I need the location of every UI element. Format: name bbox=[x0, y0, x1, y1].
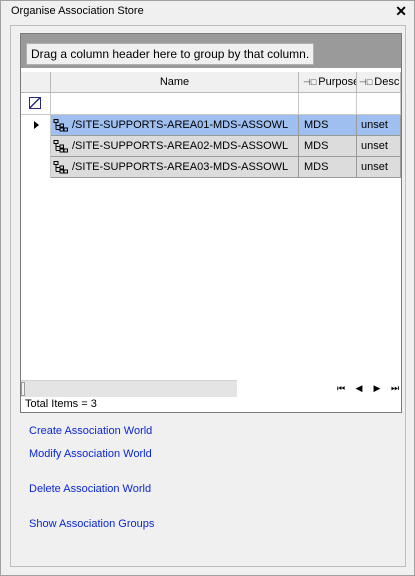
group-by-hint: Drag a column header here to group by th… bbox=[26, 43, 315, 65]
table-row[interactable]: /SITE-SUPPORTS-AREA01-MDS-ASSOWL MDS uns… bbox=[21, 115, 401, 136]
column-header-description[interactable]: ⊣□Descript bbox=[357, 72, 401, 93]
tree-hierarchy-icon bbox=[53, 160, 68, 174]
current-row-arrow-icon bbox=[34, 121, 39, 129]
filter-cell-name[interactable] bbox=[51, 93, 299, 115]
cell-description[interactable]: unset bbox=[357, 136, 401, 157]
panel-title: Organise Association Store bbox=[11, 5, 144, 17]
create-association-world-link[interactable]: Create Association World bbox=[29, 425, 152, 437]
cell-purpose[interactable]: MDS bbox=[299, 115, 357, 136]
filter-row-indicator bbox=[21, 93, 51, 115]
row-indicator bbox=[21, 115, 51, 136]
cell-name[interactable]: /SITE-SUPPORTS-AREA01-MDS-ASSOWL bbox=[51, 115, 299, 136]
cell-name-text: /SITE-SUPPORTS-AREA02-MDS-ASSOWL bbox=[72, 140, 289, 152]
association-grid: Drag a column header here to group by th… bbox=[20, 33, 402, 413]
row-indicator-header bbox=[21, 72, 51, 93]
group-by-panel[interactable]: Drag a column header here to group by th… bbox=[21, 34, 401, 68]
filter-cell-description[interactable] bbox=[357, 93, 401, 115]
pin-icon[interactable]: ⊣□ bbox=[303, 77, 316, 87]
filter-icon[interactable] bbox=[29, 97, 41, 109]
cell-description[interactable]: unset bbox=[357, 157, 401, 178]
column-header-description-label: Descript bbox=[374, 76, 400, 88]
next-record-icon[interactable]: ▶ bbox=[369, 380, 385, 396]
cell-name[interactable]: /SITE-SUPPORTS-AREA02-MDS-ASSOWL bbox=[51, 136, 299, 157]
cell-purpose[interactable]: MDS bbox=[299, 136, 357, 157]
pin-icon[interactable]: ⊣□ bbox=[359, 77, 372, 87]
column-header-purpose[interactable]: ⊣□ Purpose bbox=[299, 72, 357, 93]
table-row[interactable]: /SITE-SUPPORTS-AREA02-MDS-ASSOWL MDS uns… bbox=[21, 136, 401, 157]
previous-record-icon[interactable]: ◀ bbox=[351, 380, 367, 396]
close-icon[interactable]: ✕ bbox=[395, 3, 407, 20]
cell-name-text: /SITE-SUPPORTS-AREA03-MDS-ASSOWL bbox=[72, 161, 289, 173]
table-row[interactable]: /SITE-SUPPORTS-AREA03-MDS-ASSOWL MDS uns… bbox=[21, 157, 401, 178]
column-header-name[interactable]: Name bbox=[51, 72, 299, 93]
title-bar: Organise Association Store ✕ bbox=[1, 1, 414, 23]
row-indicator bbox=[21, 157, 51, 178]
last-record-icon[interactable]: ⏭ bbox=[387, 380, 401, 396]
cell-description[interactable]: unset bbox=[357, 115, 401, 136]
scrollbar-thumb[interactable] bbox=[21, 382, 25, 396]
column-header-purpose-label: Purpose bbox=[318, 76, 357, 88]
show-association-groups-link[interactable]: Show Association Groups bbox=[29, 518, 154, 530]
cell-purpose[interactable]: MDS bbox=[299, 157, 357, 178]
modify-association-world-link[interactable]: Modify Association World bbox=[29, 448, 152, 460]
cell-name-text: /SITE-SUPPORTS-AREA01-MDS-ASSOWL bbox=[72, 119, 289, 131]
delete-association-world-link[interactable]: Delete Association World bbox=[29, 483, 151, 495]
row-indicator bbox=[21, 136, 51, 157]
filter-row bbox=[21, 93, 401, 115]
tree-hierarchy-icon bbox=[53, 118, 68, 132]
tree-hierarchy-icon bbox=[53, 139, 68, 153]
column-header-name-label: Name bbox=[159, 76, 190, 88]
content-area: Drag a column header here to group by th… bbox=[10, 25, 406, 567]
total-items-count: Total Items = 3 bbox=[25, 398, 97, 410]
first-record-icon[interactable]: ⏮ bbox=[333, 380, 349, 396]
organise-association-store-panel: Organise Association Store ✕ Drag a colu… bbox=[0, 0, 415, 576]
horizontal-scrollbar[interactable] bbox=[21, 380, 237, 397]
cell-name[interactable]: /SITE-SUPPORTS-AREA03-MDS-ASSOWL bbox=[51, 157, 299, 178]
filter-cell-purpose[interactable] bbox=[299, 93, 357, 115]
